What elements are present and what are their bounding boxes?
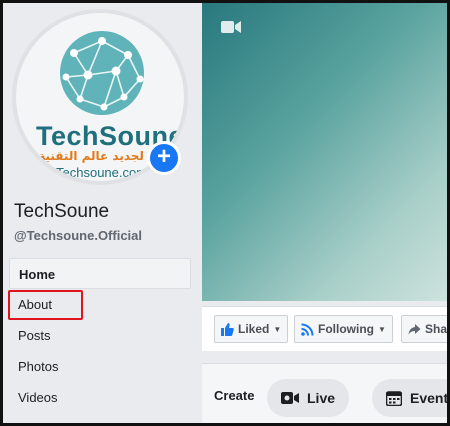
sidebar-item-home[interactable]: Home: [9, 258, 191, 289]
sidebar: TechSoune تك لجديد عالم التقنية Techsoun…: [3, 3, 200, 423]
sidebar-item-videos[interactable]: Videos: [9, 382, 191, 413]
video-camera-icon[interactable]: [220, 19, 242, 40]
live-video-icon: [281, 391, 299, 405]
event-label: Event: [410, 390, 449, 406]
highlight-box: [8, 290, 83, 320]
share-label: Sha: [425, 322, 448, 336]
cover-photo[interactable]: [202, 3, 447, 301]
event-button[interactable]: Event: [372, 379, 449, 417]
page-name[interactable]: TechSoune: [14, 201, 109, 223]
following-button[interactable]: Following ▼: [294, 315, 393, 343]
add-photo-button[interactable]: +: [147, 141, 181, 175]
create-card: Create Live Event: [202, 363, 449, 423]
sidebar-item-about[interactable]: About: [8, 289, 191, 320]
liked-label: Liked: [238, 322, 270, 336]
logo-site: Techsoune.com: [56, 165, 148, 180]
chevron-down-icon: ▼: [273, 324, 282, 334]
share-arrow-icon: [408, 323, 421, 336]
following-label: Following: [318, 322, 374, 336]
calendar-icon: [386, 390, 402, 406]
sidebar-item-photos[interactable]: Photos: [9, 351, 191, 382]
create-label: Create: [214, 388, 255, 403]
live-label: Live: [307, 390, 336, 406]
live-button[interactable]: Live: [267, 379, 350, 417]
sidebar-nav: Home About Posts Photos Videos: [8, 258, 191, 413]
thumbs-up-icon: [221, 322, 234, 336]
share-button[interactable]: Sha: [401, 315, 448, 343]
chevron-down-icon: ▼: [378, 324, 386, 334]
app-frame: TechSoune تك لجديد عالم التقنية Techsoun…: [0, 0, 450, 426]
page-handle[interactable]: @Techsoune.Official: [14, 228, 142, 243]
logo-tagline: تك لجديد عالم التقنية: [38, 149, 164, 163]
rss-feed-icon: [301, 323, 314, 336]
sidebar-item-posts[interactable]: Posts: [9, 320, 191, 351]
liked-button[interactable]: Liked ▼: [214, 315, 289, 343]
page-action-bar: Liked ▼ Following ▼ Sha: [202, 306, 448, 351]
